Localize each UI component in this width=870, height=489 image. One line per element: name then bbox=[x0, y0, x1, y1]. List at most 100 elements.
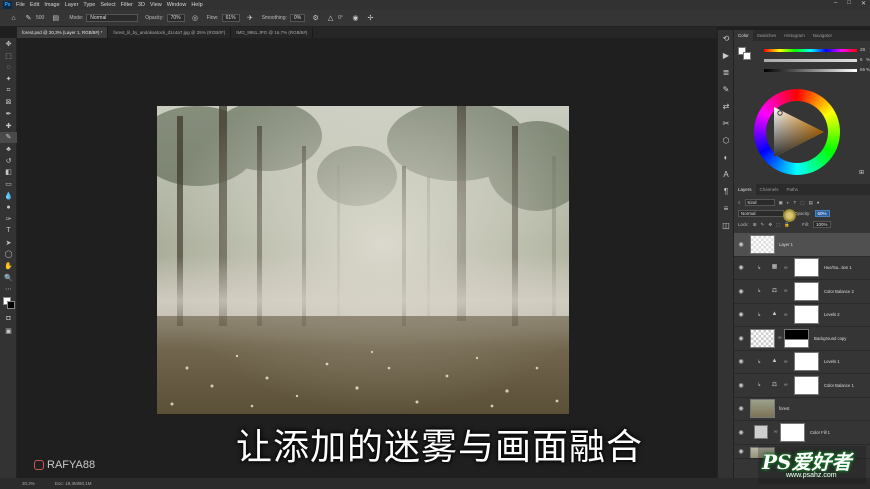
symmetry-icon[interactable]: ✢ bbox=[366, 14, 375, 23]
lock-transparency-icon[interactable]: ⊞ bbox=[753, 222, 757, 228]
blur-icon[interactable]: 💧 bbox=[0, 190, 17, 202]
saturation-slider[interactable] bbox=[764, 59, 857, 62]
menu-help[interactable]: Help bbox=[191, 2, 202, 8]
mask-link-icon[interactable]: ∞ bbox=[784, 312, 788, 318]
layer-row[interactable]: ◉ forest bbox=[734, 398, 870, 421]
layer-row[interactable]: ◉ ↳ ⚖ ∞ Color Balance 2 bbox=[734, 280, 870, 304]
mode-select[interactable]: Normal bbox=[86, 14, 139, 22]
lock-pixels-icon[interactable]: ✎ bbox=[761, 222, 765, 228]
layer-mask-thumbnail[interactable] bbox=[794, 375, 819, 395]
path-select-icon[interactable]: ➤ bbox=[0, 237, 17, 249]
background-swatch[interactable] bbox=[743, 52, 751, 60]
menu-filter[interactable]: Filter bbox=[121, 2, 133, 8]
filter-pixel-icon[interactable]: ▣ bbox=[779, 200, 783, 206]
visibility-eye-icon[interactable]: ◉ bbox=[738, 335, 744, 342]
layer-row[interactable]: ◉ ↳ ⚖ ∞ Color Balance 1 bbox=[734, 374, 870, 398]
shape-icon[interactable]: ◯ bbox=[0, 248, 17, 260]
adjustments-icon[interactable]: ◐ bbox=[718, 149, 734, 166]
tab-forest-psd[interactable]: forest.psd @ 30,3% (Layer 1, RGB/8#) * bbox=[17, 27, 109, 38]
menu-layer[interactable]: Layer bbox=[65, 2, 79, 8]
layer-mask-thumbnail[interactable] bbox=[794, 258, 819, 278]
gradient-icon[interactable]: ▭ bbox=[0, 178, 17, 190]
filter-type-icon[interactable]: T bbox=[794, 200, 797, 205]
paragraph-icon[interactable]: ¶ bbox=[718, 183, 734, 200]
healing-icon[interactable]: ✚ bbox=[0, 120, 17, 132]
layer-opacity-field[interactable]: 60% bbox=[814, 210, 830, 217]
quick-select-icon[interactable]: ✦ bbox=[0, 73, 17, 85]
layer-mask-thumbnail[interactable] bbox=[784, 328, 809, 348]
brush-icon[interactable]: ✎ bbox=[0, 131, 17, 144]
brightness-value[interactable]: 65 bbox=[860, 67, 865, 72]
visibility-eye-icon[interactable]: ◉ bbox=[738, 358, 744, 365]
tab-img-9951[interactable]: IMG_9951.JPG @ 16,7% (RGB/8#) bbox=[231, 27, 314, 38]
tab-histogram[interactable]: Histogram bbox=[780, 30, 809, 41]
pressure-opacity-icon[interactable]: ◎ bbox=[191, 14, 200, 23]
brush-preset-icon[interactable]: ✎ bbox=[24, 14, 33, 23]
screenmode-icon[interactable]: ▣ bbox=[0, 325, 17, 337]
lock-all-icon[interactable]: 🔒 bbox=[784, 222, 790, 228]
crop-icon[interactable]: ⌗ bbox=[0, 85, 17, 97]
mask-link-icon[interactable]: ∞ bbox=[784, 288, 788, 294]
hue-slider[interactable] bbox=[764, 49, 857, 52]
menu-select[interactable]: Select bbox=[100, 2, 115, 8]
colors-icon[interactable] bbox=[0, 295, 17, 313]
lasso-icon[interactable]: ◌ bbox=[0, 61, 17, 73]
visibility-eye-icon[interactable]: ◉ bbox=[738, 429, 744, 436]
hue-value[interactable]: 28 bbox=[860, 47, 865, 52]
filter-toggle-icon[interactable]: ● bbox=[817, 200, 820, 205]
more-icon[interactable]: ⋯ bbox=[0, 283, 17, 295]
tab-channels[interactable]: Channels bbox=[756, 184, 783, 195]
blend-mode-select[interactable]: Normal bbox=[738, 210, 784, 217]
tab-navigator[interactable]: Navigator bbox=[809, 30, 836, 41]
close-button[interactable]: ✕ bbox=[861, 0, 866, 7]
menu-3d[interactable]: 3D bbox=[138, 2, 145, 8]
tab-layers[interactable]: Layers bbox=[734, 184, 756, 195]
zoom-level[interactable]: 30,3% bbox=[22, 481, 35, 486]
menu-view[interactable]: View bbox=[150, 2, 162, 8]
tab-color[interactable]: Color bbox=[734, 30, 753, 41]
layer-name[interactable]: Background copy bbox=[814, 336, 846, 341]
visibility-eye-icon[interactable]: ◉ bbox=[738, 311, 744, 318]
swap-icon[interactable]: ⇄ bbox=[718, 98, 734, 115]
minimize-button[interactable]: – bbox=[834, 0, 837, 7]
color-expand-icon[interactable]: ⊞ bbox=[859, 169, 864, 176]
layer-name[interactable]: Layer 1 bbox=[779, 242, 793, 247]
brush-presets-icon[interactable]: ✎ bbox=[718, 81, 734, 98]
visibility-eye-icon[interactable]: ◉ bbox=[738, 241, 744, 248]
layer-row[interactable]: ◉ ∞ Color Fill 1 bbox=[734, 421, 870, 445]
character-icon[interactable]: A bbox=[718, 166, 734, 183]
menu-file[interactable]: File bbox=[16, 2, 25, 8]
lock-position-icon[interactable]: ✥ bbox=[768, 222, 772, 228]
color-wheel[interactable] bbox=[754, 89, 840, 175]
layer-name[interactable]: forest bbox=[779, 406, 789, 411]
visibility-eye-icon[interactable]: ◉ bbox=[738, 264, 744, 271]
stamp-icon[interactable]: ♣ bbox=[0, 143, 17, 155]
hand-icon[interactable]: ✋ bbox=[0, 260, 17, 272]
zoom-icon[interactable]: 🔍 bbox=[0, 272, 17, 284]
eraser-icon[interactable]: ◧ bbox=[0, 167, 17, 179]
brush-settings-icon[interactable]: ▤ bbox=[51, 14, 60, 23]
info-icon[interactable]: ≡ bbox=[718, 200, 734, 217]
filter-shape-icon[interactable]: ⬚ bbox=[800, 200, 804, 206]
layer-comps-icon[interactable]: ◫ bbox=[718, 217, 734, 234]
brush-panel-icon[interactable]: ≣ bbox=[718, 64, 734, 81]
filter-adjust-icon[interactable]: ◐ bbox=[787, 200, 790, 205]
mask-link-icon[interactable]: ∞ bbox=[784, 359, 788, 365]
layer-mask-thumbnail[interactable] bbox=[794, 352, 819, 372]
frame-icon[interactable]: ⊠ bbox=[0, 96, 17, 108]
history-icon[interactable]: ⟲ bbox=[718, 30, 734, 47]
opacity-field[interactable]: 70% bbox=[166, 14, 185, 22]
brightness-slider[interactable] bbox=[764, 69, 857, 72]
app-logo[interactable]: Ps bbox=[3, 1, 12, 9]
smoothing-field[interactable]: 0% bbox=[289, 14, 306, 22]
tab-swatches[interactable]: Swatches bbox=[753, 30, 781, 41]
angle-icon[interactable]: △ bbox=[326, 14, 335, 23]
flow-field[interactable]: 61% bbox=[221, 14, 240, 22]
visibility-eye-icon[interactable]: ◉ bbox=[738, 405, 744, 412]
layer-row[interactable]: ◉ ↳ ▲ ∞ Levels 1 bbox=[734, 351, 870, 374]
fill-field[interactable]: 100% bbox=[812, 221, 831, 228]
tab-forest-jpg[interactable]: forest_lil_by_andokastock_d1c4a7.jpg @ 2… bbox=[108, 27, 232, 38]
layer-mask-thumbnail[interactable] bbox=[794, 305, 819, 325]
layer-row[interactable]: ◉ ∞ Background copy bbox=[734, 327, 870, 351]
saturation-value[interactable]: 6 bbox=[860, 57, 863, 62]
